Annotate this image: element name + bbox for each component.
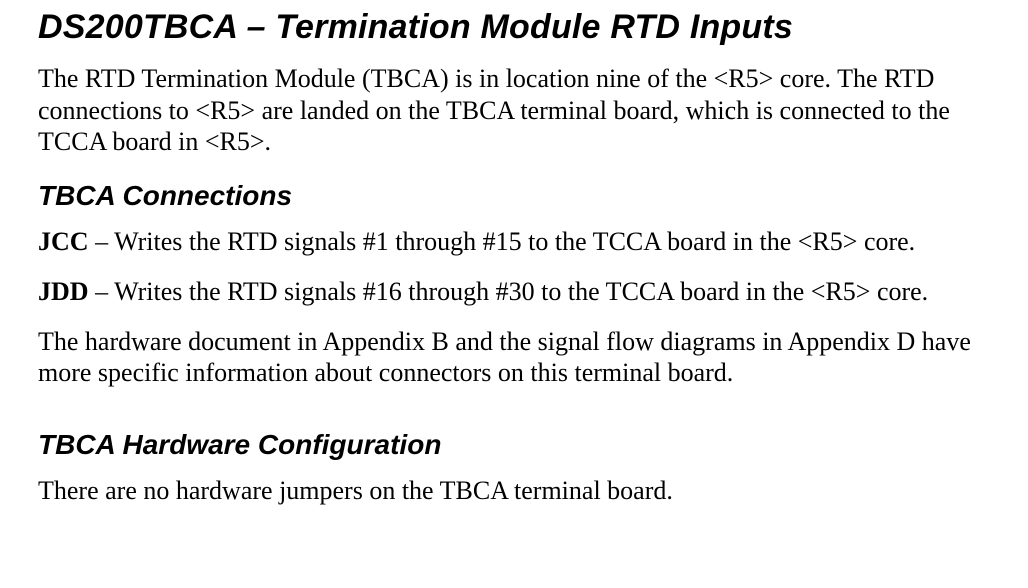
connection-desc: – Writes the RTD signals #16 through #30… bbox=[89, 277, 929, 306]
section-heading-hwconfig: TBCA Hardware Configuration bbox=[38, 429, 990, 461]
intro-paragraph: The RTD Termination Module (TBCA) is in … bbox=[38, 63, 990, 158]
connection-definition-jdd: JDD – Writes the RTD signals #16 through… bbox=[38, 276, 990, 308]
connection-definition-jcc: JCC – Writes the RTD signals #1 through … bbox=[38, 226, 990, 258]
connection-desc: – Writes the RTD signals #1 through #15 … bbox=[89, 227, 916, 256]
hwconfig-paragraph: There are no hardware jumpers on the TBC… bbox=[38, 475, 990, 507]
connection-label: JDD bbox=[38, 277, 89, 306]
page-title: DS200TBCA – Termination Module RTD Input… bbox=[38, 8, 990, 47]
section-heading-connections: TBCA Connections bbox=[38, 180, 990, 212]
appendix-note: The hardware document in Appendix B and … bbox=[38, 326, 990, 389]
connection-label: JCC bbox=[38, 227, 89, 256]
document-page: DS200TBCA – Termination Module RTD Input… bbox=[0, 0, 1028, 588]
